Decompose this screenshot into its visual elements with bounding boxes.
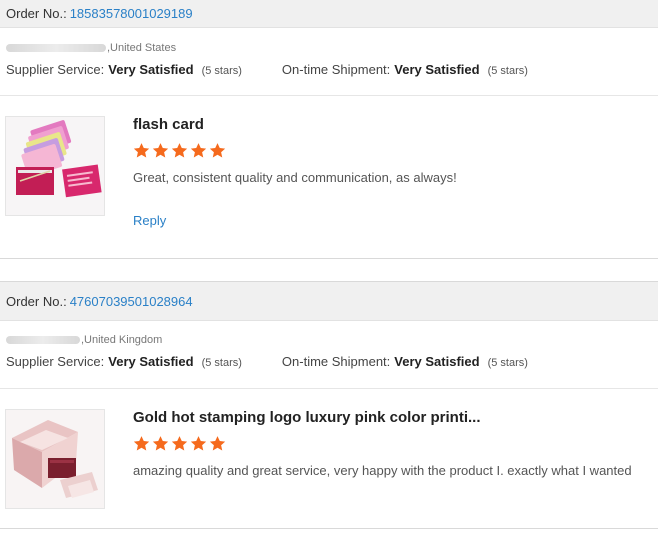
review-body: Gold hot stamping logo luxury pink color… — [133, 409, 658, 478]
order-number-label: Order No.: — [6, 6, 67, 21]
star-icon — [133, 143, 150, 158]
shipment-value: Very Satisfied — [394, 354, 480, 369]
star-icon — [152, 436, 169, 451]
shipment-value: Very Satisfied — [394, 62, 480, 77]
product-review: flash card Great, consistent quality and… — [0, 96, 658, 259]
supplier-service-value: Very Satisfied — [108, 354, 194, 369]
star-icon — [209, 436, 226, 451]
pink-gift-box-product-image[interactable] — [5, 409, 105, 509]
supplier-service-value: Very Satisfied — [108, 62, 194, 77]
review-comment: amazing quality and great service, very … — [133, 463, 632, 478]
review-body: flash card Great, consistent quality and… — [133, 116, 658, 228]
star-icon — [209, 143, 226, 158]
order-number-link[interactable]: 18583578001029189 — [70, 6, 193, 21]
flash-card-product-image[interactable] — [5, 116, 105, 216]
star-icon — [190, 143, 207, 158]
shipment-stars: (5 stars) — [487, 357, 528, 369]
star-icon — [190, 436, 207, 451]
seller-ratings: Supplier Service: Very Satisfied (5 star… — [6, 62, 658, 77]
supplier-service-label: Supplier Service: — [6, 62, 105, 77]
star-icon — [171, 436, 188, 451]
buyer-info: ,United States Supplier Service: Very Sa… — [0, 28, 658, 96]
order-number-link[interactable]: 47607039501028964 — [70, 294, 193, 309]
star-icon — [133, 436, 150, 451]
buyer-country: ,United Kingdom — [81, 334, 163, 346]
order-header: Order No.: 18583578001029189 — [0, 0, 658, 28]
star-icon — [171, 143, 188, 158]
review-comment: Great, consistent quality and communicat… — [133, 170, 457, 185]
buyer-location: ,United Kingdom — [6, 333, 658, 347]
reply-link[interactable]: Reply — [133, 213, 166, 228]
buyer-name-redacted — [6, 44, 106, 52]
buyer-info: ,United Kingdom Supplier Service: Very S… — [0, 321, 658, 389]
supplier-service-label: Supplier Service: — [6, 354, 105, 369]
supplier-service-stars: (5 stars) — [201, 65, 242, 77]
product-title[interactable]: Gold hot stamping logo luxury pink color… — [133, 409, 658, 426]
supplier-service-stars: (5 stars) — [201, 357, 242, 369]
order-card: Order No.: 47607039501028964 ,United Kin… — [0, 281, 658, 529]
seller-ratings: Supplier Service: Very Satisfied (5 star… — [6, 354, 658, 369]
product-title[interactable]: flash card — [133, 116, 658, 133]
order-card: Order No.: 18583578001029189 ,United Sta… — [0, 0, 658, 259]
shipment-label: On-time Shipment: — [281, 62, 391, 77]
rating-stars — [133, 435, 658, 453]
shipment-stars: (5 stars) — [487, 65, 528, 77]
rating-stars — [133, 142, 658, 160]
buyer-name-redacted — [6, 336, 80, 344]
order-number-label: Order No.: — [6, 293, 67, 309]
buyer-location: ,United States — [6, 41, 658, 55]
star-icon — [152, 143, 169, 158]
buyer-country: ,United States — [107, 42, 177, 54]
product-review: Gold hot stamping logo luxury pink color… — [0, 389, 658, 529]
shipment-label: On-time Shipment: — [281, 354, 391, 369]
order-header: Order No.: 47607039501028964 — [0, 281, 658, 321]
